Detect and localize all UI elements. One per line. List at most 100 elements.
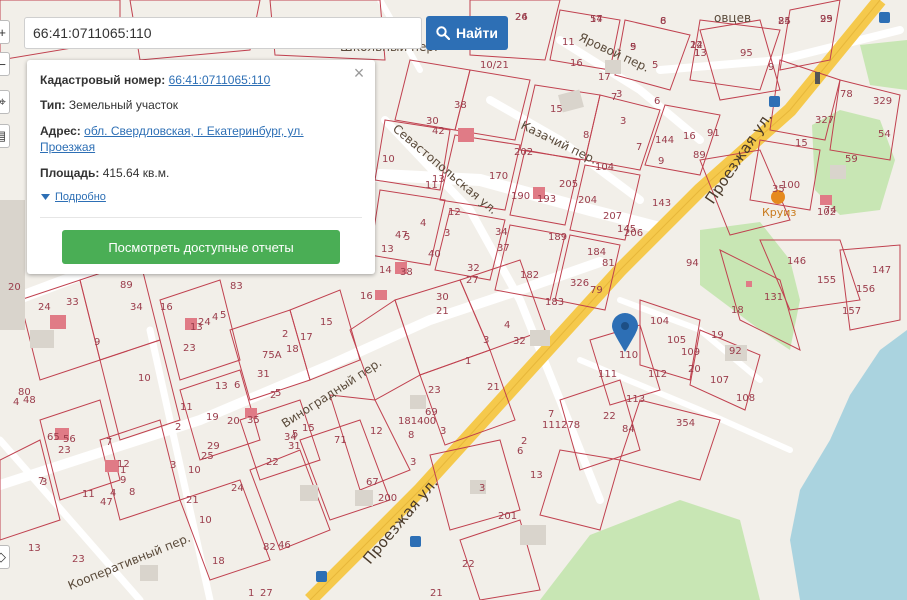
plot-number: 16 xyxy=(160,302,173,313)
plot-number: 23 xyxy=(428,385,441,396)
plot-number: 143 xyxy=(652,198,671,209)
plot-number: 3 xyxy=(41,477,47,488)
plot-number: 354 xyxy=(676,418,695,429)
plot-number: 189 xyxy=(548,232,567,243)
plot-number: 109 xyxy=(681,347,700,358)
plot-number: 56 xyxy=(63,434,76,445)
plot-number: 15 xyxy=(320,317,333,328)
popup-divider xyxy=(40,217,362,218)
plot-number: 204 xyxy=(578,195,597,206)
details-link-label: Подробно xyxy=(55,191,106,203)
view-reports-button[interactable]: Посмотреть доступные отчеты xyxy=(62,230,340,264)
plot-number: 147 xyxy=(872,265,891,276)
bus-stop-icon[interactable] xyxy=(316,571,327,582)
plot-number: 4 xyxy=(13,397,19,408)
plot-number: 4 xyxy=(504,320,510,331)
plot-number: 10/21 xyxy=(480,60,509,71)
plot-number: 9 xyxy=(658,156,664,167)
search-button[interactable]: Найти xyxy=(426,16,508,50)
plot-number: 202 xyxy=(514,147,533,158)
plot-number: 69 xyxy=(425,407,438,418)
plot-number: 32 xyxy=(467,263,480,274)
zoom-out-button[interactable]: − xyxy=(0,52,10,76)
bus-stop-icon[interactable] xyxy=(410,536,421,547)
plot-number: 12 xyxy=(117,459,130,470)
details-link[interactable]: Подробно xyxy=(41,191,106,203)
plot-number: 156 xyxy=(856,284,875,295)
plot-number: 24 xyxy=(231,483,244,494)
plot-number: 326 xyxy=(570,278,589,289)
plot-number: 24 xyxy=(38,302,51,313)
address-label: Адрес: xyxy=(40,124,81,138)
plot-number: 205 xyxy=(559,179,578,190)
plot-number: 42 xyxy=(432,126,445,137)
plot-number: 22 xyxy=(462,559,475,570)
plot-number: 6 xyxy=(517,446,523,457)
plot-number: 30 xyxy=(436,292,449,303)
bus-stop-icon[interactable] xyxy=(769,96,780,107)
marker-plot-number: 110 xyxy=(619,350,638,361)
plot-number: 71 xyxy=(334,435,347,446)
plot-number: 146 xyxy=(787,256,806,267)
type-value: Земельный участок xyxy=(68,98,179,112)
plot-number: 11 xyxy=(562,37,575,48)
plot-number: 10 xyxy=(382,154,395,165)
plot-number: 9 xyxy=(630,42,636,53)
measure-button[interactable]: ◇ xyxy=(0,545,10,569)
plot-number: 25 xyxy=(201,451,214,462)
plot-number: 32 xyxy=(513,336,526,347)
plot-number: 190 xyxy=(511,191,530,202)
plot-number: 21 xyxy=(430,588,443,599)
plot-number: 2 xyxy=(270,390,276,401)
plot-number: 19 xyxy=(206,412,219,423)
plot-number: 19 xyxy=(711,330,724,341)
plot-number: 131 xyxy=(764,292,783,303)
plot-number: 24 xyxy=(198,317,211,328)
search-input[interactable] xyxy=(24,17,422,49)
plot-info-popup: × Кадастровый номер: 66:41:0711065:110 Т… xyxy=(27,60,375,274)
plot-number: 15 xyxy=(302,423,315,434)
plot-number: 8 xyxy=(660,16,666,27)
layers-button[interactable]: ▤ xyxy=(0,124,10,148)
plot-number: 21 xyxy=(487,382,500,393)
plot-number: 21 xyxy=(436,306,449,317)
plot-number: 80 xyxy=(18,387,31,398)
plot-number: 201 xyxy=(498,511,517,522)
plot-number: 34 xyxy=(130,302,143,313)
plot-number: 10 xyxy=(188,465,201,476)
plot-number: 92 xyxy=(729,346,742,357)
caret-down-icon xyxy=(41,194,50,200)
plot-number: 84 xyxy=(622,424,635,435)
plot-number: 6 xyxy=(234,380,240,391)
plot-number: 24 xyxy=(515,12,528,23)
close-icon[interactable]: × xyxy=(351,64,367,82)
plot-number: 3 xyxy=(483,335,489,346)
address-row: Адрес: обл. Свердловская, г. Екатеринбур… xyxy=(40,123,345,155)
plot-number: 22 xyxy=(603,411,616,422)
locate-button[interactable]: ⌖ xyxy=(0,90,10,114)
plot-number: 12 xyxy=(448,207,461,218)
plot-number: 23 xyxy=(72,554,85,565)
plot-number: 329 xyxy=(873,96,892,107)
plot-number: 13 xyxy=(215,381,228,392)
plot-number: 8 xyxy=(129,487,135,498)
plot-number: 81 xyxy=(602,258,615,269)
plot-number: 33 xyxy=(66,297,79,308)
zoom-in-button[interactable]: + xyxy=(0,20,10,44)
plot-number: 9 xyxy=(120,475,126,486)
plot-number: 22 xyxy=(266,457,279,468)
plot-number: 7 xyxy=(636,142,642,153)
plot-number: 111278 xyxy=(542,420,580,431)
plot-number: 2 xyxy=(175,422,181,433)
plot-number: 102 xyxy=(817,207,836,218)
plot-number: 105 xyxy=(667,335,686,346)
bus-stop-icon[interactable] xyxy=(879,12,890,23)
plot-number: 67 xyxy=(366,477,379,488)
plot-number: 4 xyxy=(110,488,116,499)
cadastral-number-link[interactable]: 66:41:0711065:110 xyxy=(169,73,271,87)
plot-number: 16 xyxy=(683,131,696,142)
plot-number: 54 xyxy=(878,129,891,140)
poi-name: Круиз xyxy=(762,206,796,219)
plot-number: 22 xyxy=(690,40,703,51)
plot-number: 3 xyxy=(620,116,626,127)
